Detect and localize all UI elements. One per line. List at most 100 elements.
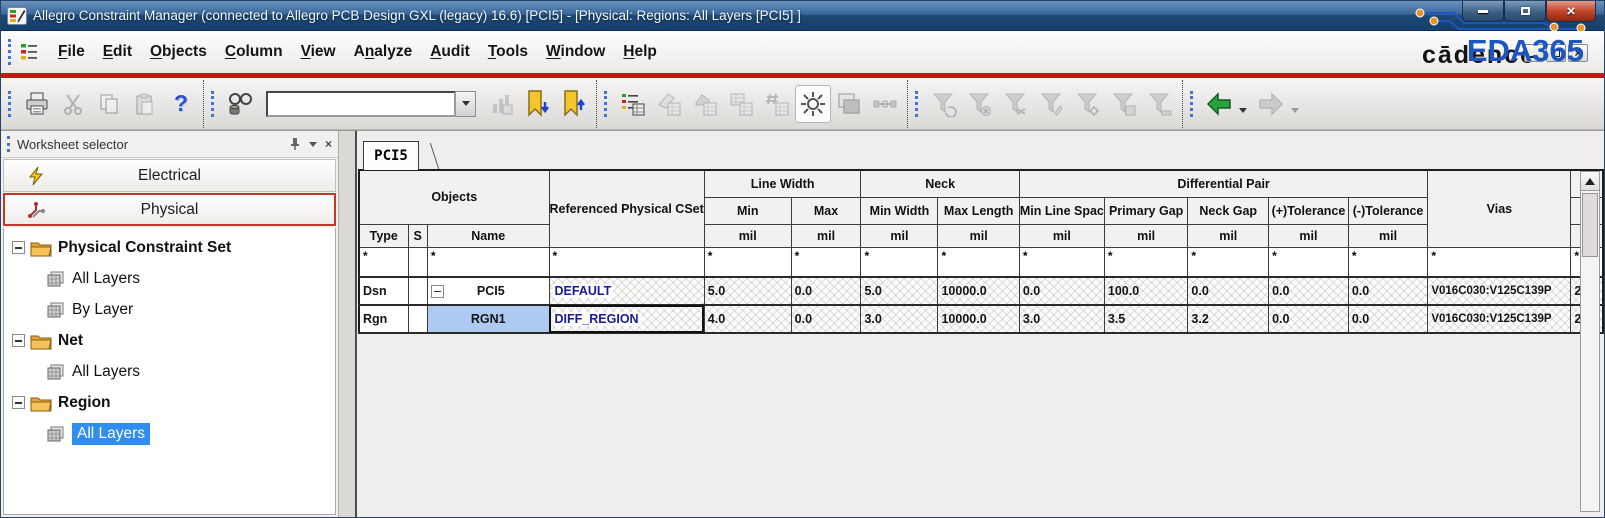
filter-cell[interactable]: * <box>790 246 862 278</box>
find-dropdown-button[interactable] <box>456 90 476 117</box>
minimize-button[interactable] <box>1462 1 1504 22</box>
domain-electrical[interactable]: Electrical <box>3 159 336 192</box>
filter-clear-button[interactable] <box>962 85 998 123</box>
find-button[interactable] <box>222 85 258 123</box>
value-cell[interactable]: 3.5 <box>1103 304 1189 334</box>
tree-node-physical-constraint-set[interactable]: Physical Constraint Set <box>4 232 335 263</box>
filter-save-button[interactable] <box>1106 85 1142 123</box>
referenced-cset-cell-focused[interactable]: DIFF_REGION <box>548 304 705 334</box>
row-type[interactable]: Dsn <box>358 276 409 306</box>
panel-close-icon[interactable]: × <box>325 137 332 151</box>
panel-splitter[interactable] <box>339 131 357 517</box>
navigate-forward-button[interactable] <box>1253 85 1289 123</box>
menu-column[interactable]: Column <box>216 37 292 67</box>
filter-edit-button[interactable] <box>1034 85 1070 123</box>
row-type[interactable]: Rgn <box>358 304 409 334</box>
net-connect-button[interactable] <box>867 85 903 123</box>
scrollbar-thumb[interactable] <box>1582 193 1598 257</box>
value-cell[interactable]: 0.0 <box>1187 276 1270 306</box>
filter-cell[interactable]: * <box>937 246 1020 278</box>
filter-cell-ref[interactable]: * <box>548 246 705 278</box>
paste-button[interactable] <box>127 85 163 123</box>
domain-physical[interactable]: Physical <box>3 193 336 226</box>
window-copy-button[interactable] <box>831 85 867 123</box>
menu-file[interactable]: File <box>49 37 94 67</box>
value-cell[interactable]: 3.2 <box>1187 304 1270 334</box>
print-button[interactable] <box>19 85 55 123</box>
filter-cell[interactable]: * <box>1018 246 1105 278</box>
value-cell[interactable]: 3.0 <box>860 304 939 334</box>
back-history-dropdown[interactable] <box>1239 108 1247 113</box>
value-cell[interactable]: 0.0 <box>1268 304 1349 334</box>
value-cell[interactable]: 0.0 <box>1268 276 1349 306</box>
tree-leaf-region-all-layers[interactable]: All Layers <box>4 418 335 449</box>
filter-cell[interactable]: * <box>703 246 792 278</box>
chart-button[interactable] <box>484 85 520 123</box>
value-cell[interactable]: 10000.0 <box>937 276 1020 306</box>
help-button[interactable]: ? <box>163 85 199 123</box>
menu-tools[interactable]: Tools <box>479 37 537 67</box>
value-cell[interactable]: 5.0 <box>703 276 792 306</box>
menubar-grip[interactable] <box>8 39 13 65</box>
value-cell[interactable]: 0.0 <box>790 304 862 334</box>
value-cell[interactable]: 0.0 <box>1347 304 1429 334</box>
collapse-icon[interactable] <box>12 241 25 254</box>
referenced-cset-cell[interactable]: DEFAULT <box>548 276 705 306</box>
bookmark-next-button[interactable] <box>520 85 556 123</box>
forward-history-dropdown[interactable] <box>1291 108 1299 113</box>
filter-cell[interactable]: * <box>860 246 939 278</box>
tree-leaf-net-all-layers[interactable]: All Layers <box>4 356 335 387</box>
scroll-up-button[interactable] <box>1581 172 1599 191</box>
value-cell[interactable]: 0.0 <box>1018 276 1105 306</box>
tree-leaf-pcs-by-layer[interactable]: By Layer <box>4 294 335 325</box>
filter-cell-vias[interactable]: * <box>1427 246 1572 278</box>
menu-analyze[interactable]: Analyze <box>345 37 422 67</box>
tree-node-net[interactable]: Net <box>4 325 335 356</box>
tree-leaf-pcs-all-layers[interactable]: All Layers <box>4 263 335 294</box>
highlight-mode-button[interactable] <box>795 84 831 123</box>
value-cell[interactable]: 10000.0 <box>937 304 1020 334</box>
filter-settings-button[interactable] <box>1070 85 1106 123</box>
tab-pci5[interactable]: PCI5 <box>363 141 419 170</box>
vertical-scrollbar[interactable] <box>1580 171 1600 512</box>
row-name[interactable]: PCI5 <box>426 276 550 306</box>
menu-objects[interactable]: Objects <box>141 37 216 67</box>
filter-refresh-button[interactable] <box>926 85 962 123</box>
collapse-icon[interactable] <box>12 396 25 409</box>
menu-view[interactable]: View <box>292 37 345 67</box>
design-grid-button[interactable] <box>687 85 723 123</box>
value-cell[interactable]: 0.0 <box>790 276 862 306</box>
find-input[interactable] <box>266 90 456 117</box>
toolbar-grip-1[interactable] <box>8 90 13 117</box>
menu-audit[interactable]: Audit <box>421 37 479 67</box>
filter-apply-button[interactable] <box>1142 85 1178 123</box>
filter-cell[interactable]: * <box>1268 246 1349 278</box>
toolbar-grip-4[interactable] <box>915 90 920 117</box>
value-cell[interactable]: 5.0 <box>860 276 939 306</box>
cset-card-button[interactable] <box>651 85 687 123</box>
toolbar-grip-2[interactable] <box>211 90 216 117</box>
filter-cell[interactable]: * <box>1347 246 1429 278</box>
toolbar-grip-3[interactable] <box>604 90 609 117</box>
row-s[interactable] <box>407 276 428 306</box>
menu-window[interactable]: Window <box>537 37 614 67</box>
panel-grip[interactable] <box>7 136 11 152</box>
restore-button[interactable] <box>1504 1 1546 22</box>
table-grid-button[interactable] <box>723 85 759 123</box>
value-cell[interactable]: 4.0 <box>703 304 792 334</box>
collapse-icon[interactable] <box>430 284 444 298</box>
menu-edit[interactable]: Edit <box>94 37 141 67</box>
vias-cell[interactable]: V016C030:V125C139P <box>1427 276 1572 306</box>
filter-cell-type[interactable]: * <box>358 246 409 278</box>
row-s[interactable] <box>407 304 428 334</box>
tree-node-region[interactable]: Region <box>4 387 335 418</box>
menu-help[interactable]: Help <box>614 37 666 67</box>
filter-cell[interactable]: * <box>1187 246 1270 278</box>
filter-cell-s[interactable] <box>407 246 428 278</box>
row-name-selected[interactable]: RGN1 <box>426 304 550 334</box>
navigate-back-button[interactable] <box>1201 85 1237 123</box>
value-cell[interactable]: 0.0 <box>1347 276 1429 306</box>
number-grid-button[interactable] <box>759 85 795 123</box>
vias-cell[interactable]: V016C030:V125C139P <box>1427 304 1572 334</box>
worksheet-list-button[interactable] <box>615 85 651 123</box>
